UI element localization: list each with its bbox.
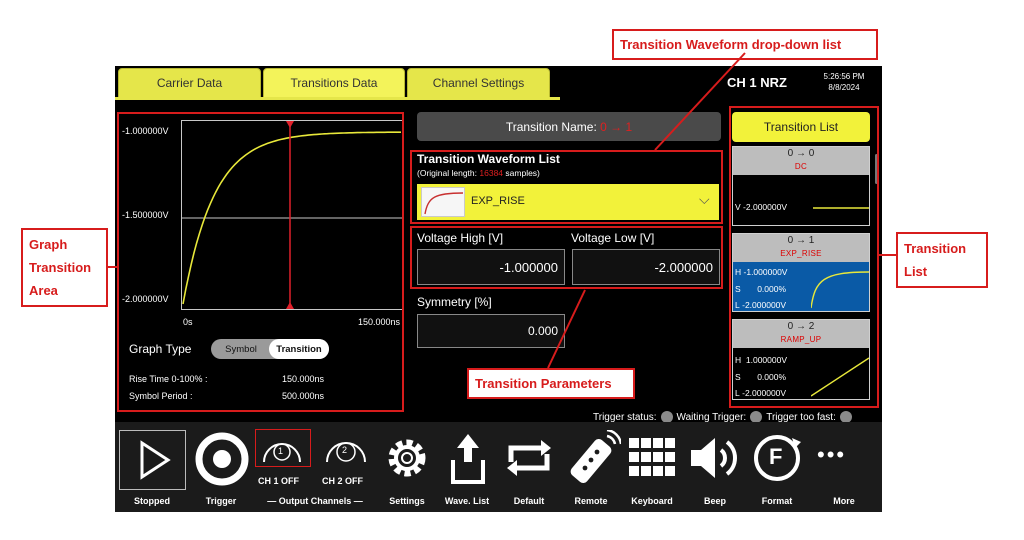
connector-parameters xyxy=(547,289,586,369)
annotation-connectors xyxy=(108,52,896,369)
connector-dropdown xyxy=(654,52,746,151)
